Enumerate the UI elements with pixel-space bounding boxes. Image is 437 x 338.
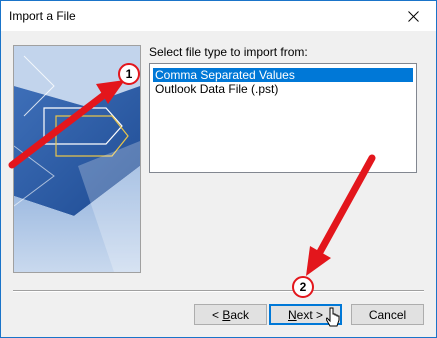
back-button-mnemonic: B bbox=[222, 307, 231, 322]
mouse-pointer-icon bbox=[326, 307, 340, 327]
close-icon bbox=[408, 10, 419, 22]
list-item-pst[interactable]: Outlook Data File (.pst) bbox=[153, 82, 280, 96]
file-type-prompt: Select file type to import from: bbox=[149, 45, 308, 59]
back-button-rest: ack bbox=[230, 307, 250, 322]
back-button[interactable]: < Back bbox=[194, 304, 267, 325]
list-item-csv[interactable]: Comma Separated Values bbox=[153, 68, 413, 82]
file-type-list[interactable]: Comma Separated Values Outlook Data File… bbox=[149, 63, 417, 173]
callout-badge-2: 2 bbox=[292, 276, 314, 298]
next-button-rest: ext > bbox=[296, 307, 324, 322]
close-button[interactable] bbox=[391, 1, 436, 31]
import-file-dialog: Import a File Select file type to import… bbox=[0, 0, 437, 338]
dialog-title: Import a File bbox=[9, 9, 76, 23]
callout-badge-1: 1 bbox=[118, 63, 140, 85]
button-separator bbox=[13, 290, 424, 292]
cancel-button[interactable]: Cancel bbox=[351, 304, 424, 325]
title-bar[interactable]: Import a File bbox=[1, 1, 436, 31]
back-button-prefix: < bbox=[211, 307, 223, 322]
next-button-mnemonic: N bbox=[287, 307, 297, 322]
